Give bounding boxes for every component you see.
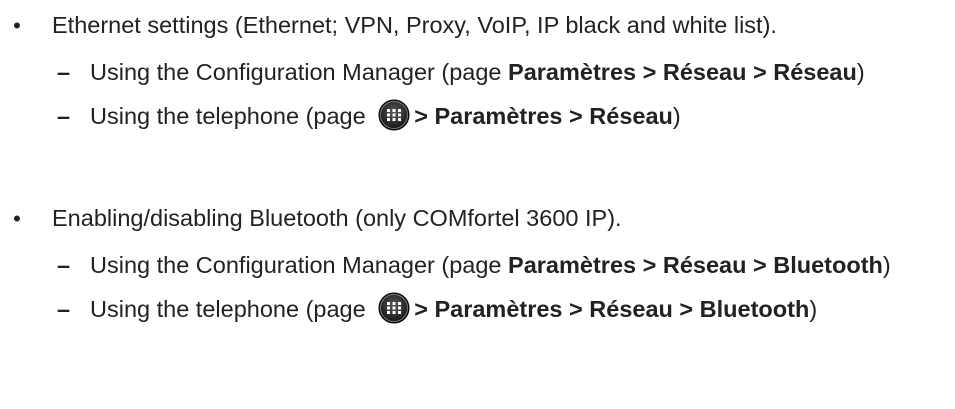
bullet-item: • Ethernet settings (Ethernet; VPN, Prox… [0,8,955,43]
dash-marker: – [57,296,71,322]
dash-marker: – [57,252,71,278]
bullet-dot: • [13,206,21,231]
bullet-text: Ethernet settings (Ethernet; VPN, Proxy,… [52,12,777,38]
sub-item-suffix: ) [882,252,891,278]
sub-list: – Using the Configuration Manager (page … [0,248,955,327]
dash-marker: – [57,103,71,129]
bullet-text: Enabling/disabling Bluetooth (only COMfo… [52,205,622,231]
sub-item-prefix: Using the telephone (page [90,103,373,129]
bullet-bluetooth: • Enabling/disabling Bluetooth (only COM… [0,201,955,327]
menu-path: Paramètres > Réseau > Réseau [508,59,857,85]
sub-item-config-manager: – Using the Configuration Manager (page … [0,248,955,283]
sub-item-suffix: ) [672,103,681,129]
dash-marker: – [57,59,71,85]
menu-grid-icon [378,99,410,131]
sub-item-prefix: Using the Configuration Manager (page [90,252,509,278]
sub-item-config-manager: – Using the Configuration Manager (page … [0,55,955,90]
sub-list: – Using the Configuration Manager (page … [0,55,955,134]
sub-item-telephone: – Using the telephone (page > Paramètres… [0,292,955,327]
sub-item-suffix: ) [856,59,865,85]
sub-item-suffix: ) [809,296,818,322]
menu-path: > Paramètres > Réseau [414,103,673,129]
bullet-dot: • [13,13,21,38]
menu-grid-icon [378,292,410,324]
bullet-item: • Enabling/disabling Bluetooth (only COM… [0,201,955,236]
sub-item-telephone: – Using the telephone (page > Paramètres… [0,99,955,134]
sub-item-prefix: Using the Configuration Manager (page [90,59,509,85]
menu-path: > Paramètres > Réseau > Bluetooth [414,296,810,322]
bullet-ethernet-settings: • Ethernet settings (Ethernet; VPN, Prox… [0,8,955,134]
menu-path: Paramètres > Réseau > Bluetooth [508,252,883,278]
sub-item-prefix: Using the telephone (page [90,296,373,322]
